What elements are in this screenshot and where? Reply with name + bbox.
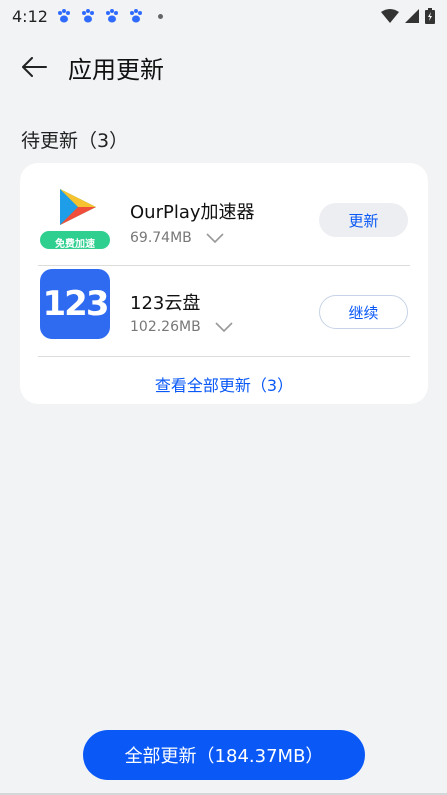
app-size-row: 69.74MB bbox=[130, 230, 224, 246]
battery-charging-icon bbox=[425, 8, 435, 24]
signal-icon bbox=[405, 9, 419, 23]
status-time: 4:12 bbox=[12, 6, 48, 26]
status-bar: 4:12 bbox=[0, 0, 447, 32]
ourplay-badge: 免费加速 bbox=[55, 239, 95, 250]
chevron-down-icon[interactable] bbox=[206, 233, 224, 243]
app-size: 102.26MB bbox=[130, 319, 201, 335]
app-size: 69.74MB bbox=[130, 230, 192, 246]
app-name: OurPlay加速器 bbox=[130, 202, 255, 223]
baidu-paw-icon bbox=[129, 9, 142, 23]
app-row-123pan[interactable]: 123 123云盘 102.26MB 继续 bbox=[20, 255, 428, 347]
back-arrow-icon bbox=[22, 57, 47, 77]
more-notifications-dot bbox=[157, 13, 163, 19]
chevron-down-icon[interactable] bbox=[215, 322, 233, 332]
section-title: 待更新（3） bbox=[21, 130, 129, 152]
status-left: 4:12 bbox=[12, 7, 163, 26]
wifi-icon bbox=[381, 9, 399, 23]
app-bar: 应用更新 bbox=[0, 40, 447, 94]
123pan-app-icon: 123 bbox=[40, 269, 110, 339]
update-button[interactable]: 更新 bbox=[319, 203, 408, 237]
app-icon-label: 123 bbox=[42, 284, 110, 324]
baidu-paw-icon bbox=[105, 9, 118, 23]
app-name: 123云盘 bbox=[130, 293, 201, 314]
app-row-ourplay[interactable]: 免费加速 OurPlay加速器 69.74MB 更新 bbox=[20, 163, 428, 255]
view-all-updates-link[interactable]: 查看全部更新（3） bbox=[20, 372, 428, 396]
status-right bbox=[381, 8, 435, 24]
page-title: 应用更新 bbox=[68, 55, 164, 84]
update-all-button[interactable]: 全部更新（184.37MB） bbox=[83, 730, 365, 780]
baidu-paw-icon bbox=[81, 9, 94, 23]
updates-card: 免费加速 OurPlay加速器 69.74MB 更新 123 123云盘 102… bbox=[20, 163, 428, 404]
continue-button[interactable]: 继续 bbox=[319, 295, 408, 329]
divider bbox=[38, 356, 410, 357]
back-button[interactable] bbox=[14, 47, 54, 87]
app-size-row: 102.26MB bbox=[130, 319, 233, 335]
baidu-paw-icon bbox=[57, 9, 70, 23]
